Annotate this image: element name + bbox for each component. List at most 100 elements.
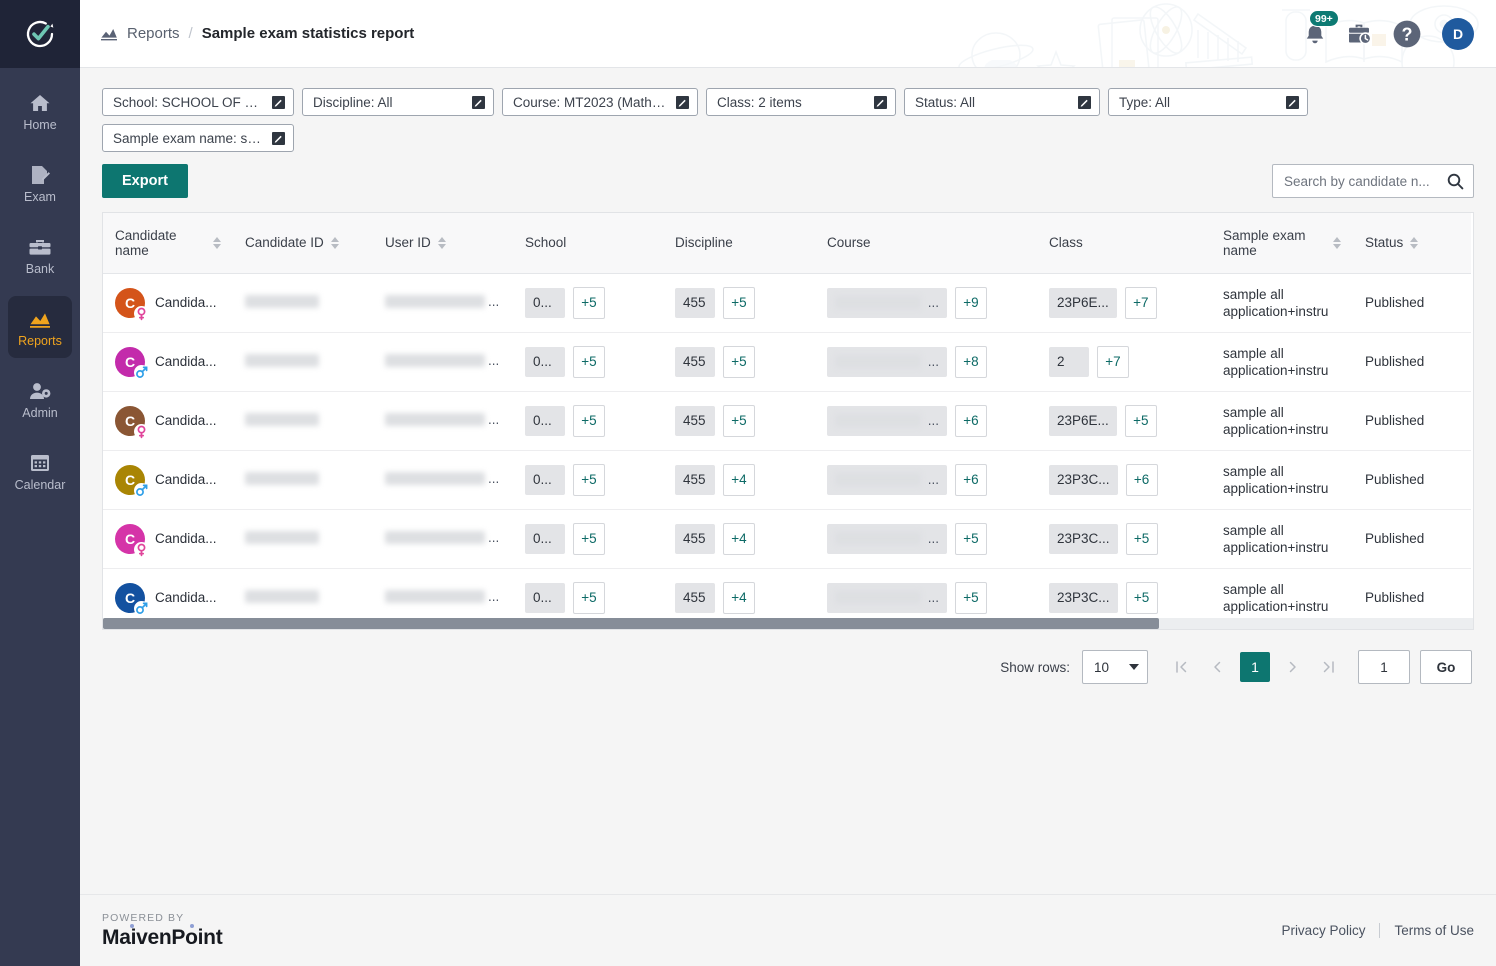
edit-pencil-icon[interactable] <box>472 95 485 109</box>
school-more-badge[interactable]: +5 <box>573 404 605 437</box>
school-more-badge[interactable]: +5 <box>573 286 605 319</box>
column-header-user-id[interactable]: User ID <box>373 213 513 274</box>
class-more-badge[interactable]: +6 <box>1125 463 1158 496</box>
class-more-badge[interactable]: +5 <box>1125 522 1158 555</box>
cell-discipline: 455 +5 <box>663 391 815 451</box>
edit-pencil-icon[interactable] <box>272 131 285 145</box>
goto-page-input[interactable] <box>1358 650 1410 684</box>
breadcrumb-parent[interactable]: Reports <box>127 25 180 42</box>
user-avatar[interactable]: D <box>1442 17 1474 50</box>
sort-icon[interactable] <box>1333 236 1341 249</box>
cell-user-id: ... <box>373 332 513 392</box>
edit-pencil-icon[interactable] <box>1286 95 1299 109</box>
filter-chip-status[interactable]: Status: All <box>904 88 1100 116</box>
course-more-badge[interactable]: +9 <box>955 286 987 319</box>
sidebar-item-bank[interactable]: Bank <box>8 224 72 286</box>
search-icon[interactable] <box>1447 173 1464 190</box>
sidebar-item-calendar[interactable]: Calendar <box>8 440 72 502</box>
sort-icon[interactable] <box>213 236 221 249</box>
table-row[interactable]: C Candida...... 0... +5 455 +5... +8 2 +7 sample … <box>103 332 1471 392</box>
column-header-status[interactable]: Status <box>1353 213 1471 274</box>
cell-class: 23P6E... +7 <box>1037 273 1211 333</box>
school-more-badge[interactable]: +5 <box>573 522 605 555</box>
filter-chip-type[interactable]: Type: All <box>1108 88 1308 116</box>
column-label: Course <box>827 235 871 251</box>
sort-icon[interactable] <box>437 236 446 249</box>
filter-chip-class[interactable]: Class: 2 items <box>706 88 896 116</box>
edit-pencil-icon[interactable] <box>272 95 285 109</box>
last-page-button[interactable] <box>1316 652 1342 682</box>
sidebar-item-home[interactable]: Home <box>8 80 72 142</box>
course-more-badge[interactable]: +5 <box>955 581 987 614</box>
status-badge: Published <box>1365 354 1425 369</box>
filter-chips: School: SCHOOL OF LAW Discipline: All Co… <box>102 88 1474 152</box>
table-row[interactable]: C Candida...... 0... +5 455 +5... +9 23P6E... +7… <box>103 273 1471 333</box>
footer: POWERED BY MaivenPoint Privacy Policy Te… <box>80 894 1496 966</box>
school-more-badge[interactable]: +5 <box>573 463 605 496</box>
school-value: 0... <box>525 287 565 318</box>
cell-sample-exam-name: sample all application+instru <box>1211 391 1353 451</box>
page-number-1[interactable]: 1 <box>1240 652 1270 682</box>
column-header-sample-exam-name[interactable]: Sample exam name <box>1211 213 1353 274</box>
sidebar-item-admin[interactable]: Admin <box>8 368 72 430</box>
privacy-policy-link[interactable]: Privacy Policy <box>1281 923 1365 938</box>
class-more-badge[interactable]: +7 <box>1097 345 1129 378</box>
discipline-more-badge[interactable]: +4 <box>723 581 755 614</box>
class-more-badge[interactable]: +5 <box>1124 404 1157 437</box>
course-more-badge[interactable]: +6 <box>955 463 987 496</box>
next-page-button[interactable] <box>1280 652 1306 682</box>
school-more-badge[interactable]: +5 <box>573 345 605 378</box>
sidebar-item-reports[interactable]: Reports <box>8 296 72 358</box>
class-more-badge[interactable]: +5 <box>1125 581 1158 614</box>
column-label: School <box>525 235 567 251</box>
filter-chip-course[interactable]: Course: MT2023 (Math ... <box>502 88 698 116</box>
redacted-value <box>245 589 319 603</box>
prev-page-button[interactable] <box>1204 652 1230 682</box>
notification-badge: 99+ <box>1309 10 1339 27</box>
table-row[interactable]: C Candida...... 0... +5 455 +4... +6 23P3C... +6… <box>103 450 1471 510</box>
discipline-more-badge[interactable]: +5 <box>723 286 755 319</box>
cell-discipline: 455 +5 <box>663 332 815 392</box>
discipline-more-badge[interactable]: +4 <box>723 522 755 555</box>
redacted-value <box>245 353 319 367</box>
school-more-badge[interactable]: +5 <box>573 581 605 614</box>
filter-chip-label: Course: MT2023 (Math ... <box>513 94 666 110</box>
filter-chip-school[interactable]: School: SCHOOL OF LAW <box>102 88 294 116</box>
edit-pencil-icon[interactable] <box>1078 95 1091 109</box>
export-button[interactable]: Export <box>102 164 188 198</box>
sort-icon[interactable] <box>1410 236 1419 249</box>
table-row[interactable]: C Candida...... 0... +5 455 +5... +6 23P6E... +5… <box>103 391 1471 451</box>
column-header-candidate-name[interactable]: Candidate name <box>103 213 233 274</box>
class-more-badge[interactable]: +7 <box>1124 286 1157 319</box>
first-page-button[interactable] <box>1168 652 1194 682</box>
filter-chip-sample-exam-name[interactable]: Sample exam name: sa... <box>102 124 294 152</box>
column-header-candidate-id[interactable]: Candidate ID <box>233 213 373 274</box>
horizontal-scrollbar-thumb[interactable] <box>103 618 1159 629</box>
school-value: 0... <box>525 464 565 495</box>
sidebar-item-exam[interactable]: Exam <box>8 152 72 214</box>
discipline-more-badge[interactable]: +5 <box>723 345 755 378</box>
filter-chip-discipline[interactable]: Discipline: All <box>302 88 494 116</box>
rows-per-page-select[interactable]: 10 <box>1082 650 1148 684</box>
discipline-more-badge[interactable]: +4 <box>723 463 755 496</box>
candidate-name-text: Candida... <box>155 472 217 487</box>
course-more-badge[interactable]: +8 <box>955 345 987 378</box>
tasks-button[interactable] <box>1347 22 1372 45</box>
discipline-more-badge[interactable]: +5 <box>723 404 755 437</box>
app-logo[interactable] <box>0 0 80 68</box>
edit-pencil-icon[interactable] <box>874 95 887 109</box>
course-more-badge[interactable]: +6 <box>955 404 987 437</box>
gender-male-icon <box>134 600 149 616</box>
redacted-value: ... <box>385 589 499 604</box>
search-input[interactable] <box>1284 173 1447 189</box>
help-button[interactable]: ? <box>1392 19 1422 49</box>
table-row[interactable]: C Candida...... 0... +5 455 +4... +5 23P3C... +5… <box>103 509 1471 569</box>
edit-pencil-icon[interactable] <box>676 95 689 109</box>
terms-of-use-link[interactable]: Terms of Use <box>1394 923 1474 938</box>
notifications-button[interactable]: 99+ <box>1303 10 1339 46</box>
horizontal-scrollbar[interactable] <box>103 618 1473 629</box>
search-box[interactable] <box>1272 164 1474 198</box>
course-more-badge[interactable]: +5 <box>955 522 987 555</box>
sort-icon[interactable] <box>330 236 339 249</box>
go-button[interactable]: Go <box>1420 650 1472 684</box>
